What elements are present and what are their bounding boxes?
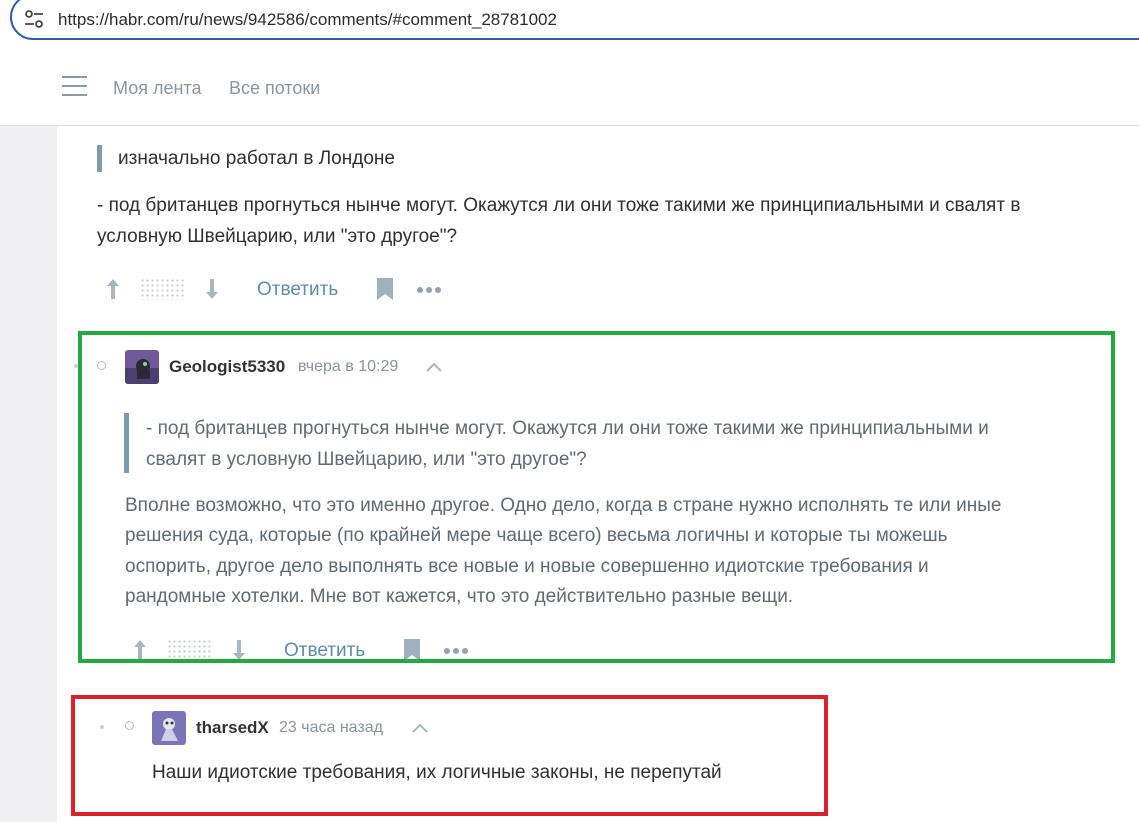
- vote-up-icon[interactable]: [106, 278, 120, 300]
- highlight-box-red: [71, 695, 828, 816]
- more-icon[interactable]: [417, 286, 443, 294]
- tune-icon[interactable]: [24, 10, 44, 28]
- comment1-body-line1: - под британцев прогнуться нынче могут. …: [97, 195, 1021, 216]
- score-hidden: [140, 278, 186, 300]
- comment1-quote: изначально работал в Лондоне: [118, 148, 395, 169]
- url-text[interactable]: https://habr.com/ru/news/942586/comments…: [58, 10, 557, 30]
- address-bar[interactable]: https://habr.com/ru/news/942586/comments…: [10, 0, 1139, 40]
- nav-all-streams[interactable]: Все потоки: [229, 78, 320, 99]
- hamburger-icon[interactable]: [62, 76, 87, 96]
- nav-my-feed[interactable]: Моя лента: [113, 78, 201, 99]
- quote-bar: [97, 145, 102, 172]
- vote-down-icon[interactable]: [205, 278, 219, 300]
- comment1-reply-button[interactable]: Ответить: [257, 279, 338, 301]
- comment1-body-line2: условную Швейцарию, или "это другое"?: [97, 226, 458, 247]
- site-header: Моя лента Все потоки: [0, 48, 1139, 126]
- highlight-box-green: [78, 331, 1115, 663]
- bookmark-icon[interactable]: [377, 278, 393, 300]
